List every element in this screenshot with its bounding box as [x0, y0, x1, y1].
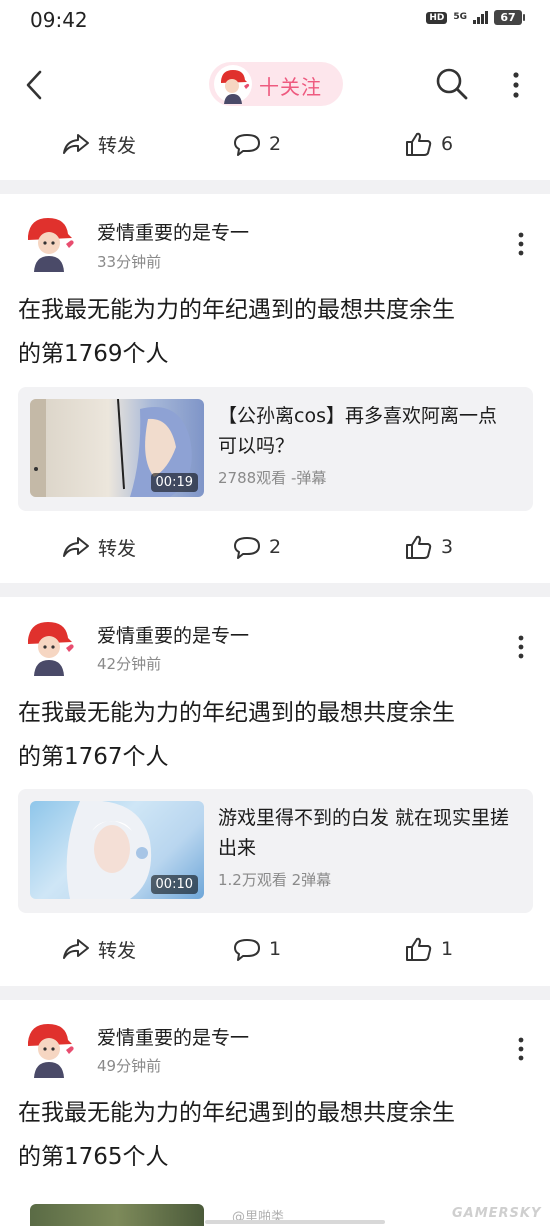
follow-button[interactable]: 十关注 — [209, 62, 343, 106]
video-meta: 2788观看 -弹幕 — [218, 469, 327, 487]
post-text-line: 的第1769个人 — [18, 341, 169, 367]
thumbs-up-icon — [406, 937, 432, 961]
repost-label: 转发 — [98, 939, 137, 962]
divider — [0, 180, 550, 194]
follow-label: 十关注 — [259, 75, 322, 99]
video-thumbnail[interactable]: 00:19 — [30, 399, 204, 497]
post-text-line: 在我最无能为力的年纪遇到的最想共度余生 — [18, 700, 455, 726]
post-more-button[interactable] — [510, 229, 532, 259]
author-name[interactable]: 爱情重要的是专一 — [97, 1023, 249, 1050]
repost-button[interactable]: 转发 — [62, 124, 136, 164]
search-button[interactable] — [434, 66, 470, 102]
post-actions: 转发 2 6 — [0, 124, 550, 164]
author-name[interactable]: 爱情重要的是专一 — [97, 218, 249, 245]
divider — [0, 986, 550, 1000]
post-more-button[interactable] — [510, 1034, 532, 1064]
more-vertical-icon — [513, 72, 519, 98]
video-title: 【公孙离cos】再多喜欢阿离一点 可以吗？ — [218, 405, 497, 457]
status-time: 09:42 — [30, 8, 88, 32]
comment-button[interactable]: 2 — [233, 527, 281, 567]
post-actions: 转发 1 1 — [0, 929, 550, 969]
network-5g-icon: 5G — [453, 12, 467, 22]
more-vertical-icon — [518, 1037, 524, 1061]
video-duration: 00:10 — [150, 875, 198, 894]
post-text-line: 在我最无能为力的年纪遇到的最想共度余生 — [18, 297, 455, 323]
comment-count: 2 — [269, 133, 282, 155]
avatar — [214, 65, 252, 104]
post-more-button[interactable] — [510, 632, 532, 662]
post-text-line: 的第1767个人 — [18, 744, 169, 770]
chevron-left-icon — [26, 70, 42, 100]
home-indicator[interactable] — [205, 1220, 385, 1224]
author-name[interactable]: 爱情重要的是专一 — [97, 621, 249, 648]
status-icons: HD 5G 67 — [426, 10, 525, 25]
repost-button[interactable]: 转发 — [62, 929, 136, 969]
avatar[interactable] — [22, 614, 78, 676]
post-text-line: 的第1765个人 — [18, 1144, 169, 1170]
share-icon — [63, 134, 89, 154]
thumbs-up-icon — [406, 132, 432, 156]
thumbs-up-icon — [406, 535, 432, 559]
status-bar: 09:42 HD 5G 67 — [0, 0, 550, 42]
comment-count: 1 — [269, 938, 282, 960]
watermark-logo: GAMERSKY — [452, 1206, 542, 1221]
repost-label: 转发 — [98, 537, 137, 560]
video-duration: 00:19 — [150, 473, 198, 492]
comment-icon — [234, 134, 260, 156]
video-card[interactable]: 00:19 【公孙离cos】再多喜欢阿离一点 可以吗？ 2788观看 -弹幕 — [18, 387, 533, 511]
comment-icon — [234, 939, 260, 961]
hd-icon: HD — [426, 11, 448, 24]
more-button[interactable] — [504, 68, 528, 102]
comment-icon — [234, 537, 260, 559]
signal-icon — [473, 11, 488, 24]
post-text: 在我最无能为力的年纪遇到的最想共度余生 的第1769个人 — [18, 288, 533, 376]
post-text-line: 在我最无能为力的年纪遇到的最想共度余生 — [18, 1100, 455, 1126]
more-vertical-icon — [518, 635, 524, 659]
share-icon — [63, 939, 89, 959]
divider — [0, 583, 550, 597]
search-icon — [436, 68, 468, 100]
post-text: 在我最无能为力的年纪遇到的最想共度余生 的第1767个人 — [18, 691, 533, 779]
video-title: 游戏里得不到的白发 就在现实里搓出来 — [218, 807, 510, 859]
like-button[interactable]: 6 — [405, 124, 453, 164]
comment-button[interactable]: 1 — [233, 929, 281, 969]
battery-icon: 67 — [494, 10, 525, 25]
like-count: 3 — [441, 536, 454, 558]
back-button[interactable] — [18, 66, 52, 104]
video-thumbnail[interactable] — [30, 1204, 204, 1226]
video-thumbnail[interactable]: 00:10 — [30, 801, 204, 899]
post-time: 33分钟前 — [97, 253, 162, 271]
video-meta: 1.2万观看 2弹幕 — [218, 871, 332, 889]
post-time: 42分钟前 — [97, 655, 162, 673]
share-icon — [63, 537, 89, 557]
like-count: 6 — [441, 133, 454, 155]
more-vertical-icon — [518, 232, 524, 256]
like-button[interactable]: 3 — [405, 527, 453, 567]
like-button[interactable]: 1 — [405, 929, 453, 969]
like-count: 1 — [441, 938, 454, 960]
repost-button[interactable]: 转发 — [62, 527, 136, 567]
avatar[interactable] — [22, 210, 78, 272]
repost-label: 转发 — [98, 134, 137, 157]
post-actions: 转发 2 3 — [0, 527, 550, 567]
post-time: 49分钟前 — [97, 1057, 162, 1075]
comment-count: 2 — [269, 536, 282, 558]
comment-button[interactable]: 2 — [233, 124, 281, 164]
video-card[interactable]: 00:10 游戏里得不到的白发 就在现实里搓出来 1.2万观看 2弹幕 — [18, 789, 533, 913]
avatar[interactable] — [22, 1016, 78, 1078]
post-text: 在我最无能为力的年纪遇到的最想共度余生 的第1765个人 — [18, 1091, 533, 1179]
